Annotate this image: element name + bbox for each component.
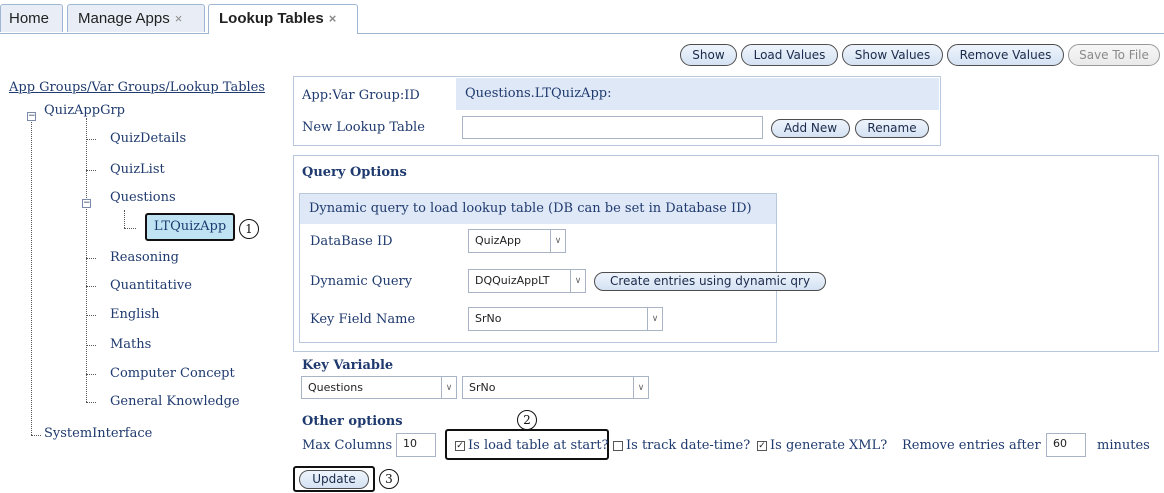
key-variable-title: Key Variable [302, 358, 394, 373]
add-new-button[interactable]: Add New [771, 119, 850, 138]
tree-line [86, 258, 96, 259]
tree-line [86, 315, 96, 316]
tree-line [124, 210, 125, 228]
tree-line [86, 118, 87, 402]
callout-marker: 3 [379, 469, 399, 489]
generate-xml-label: Is generate XML? [770, 438, 888, 453]
tab-home[interactable]: Home [0, 4, 63, 32]
key-field-name-label: Key Field Name [310, 312, 416, 327]
checkbox-unchecked-icon[interactable] [613, 440, 623, 451]
other-options-title: Other options [302, 414, 403, 429]
close-icon[interactable]: × [329, 11, 337, 26]
tree-node-questions[interactable]: Questions [110, 190, 176, 205]
show-button[interactable]: Show [680, 44, 737, 66]
callout-marker: 2 [517, 410, 537, 430]
query-options-title: Query Options [302, 165, 407, 180]
save-to-file-button: Save To File [1068, 44, 1160, 66]
tree-line [124, 228, 136, 229]
tree-node-ltquizapp[interactable]: LTQuizApp [145, 213, 235, 241]
tab-manage-apps[interactable]: Manage Apps × [67, 4, 205, 32]
tree-header-link[interactable]: App Groups/Var Groups/Lookup Tables [9, 80, 265, 95]
tree-node-reasoning[interactable]: Reasoning [110, 250, 179, 265]
tree-line [86, 402, 96, 403]
tree-node-english[interactable]: English [110, 307, 160, 322]
tree-node-systeminterface[interactable]: SystemInterface [44, 426, 152, 441]
track-datetime-label: Is track date-time? [626, 438, 751, 453]
tree-line [86, 139, 96, 140]
tree-node-quantitative[interactable]: Quantitative [110, 278, 192, 293]
tree-line [31, 435, 41, 436]
dynamic-query-value: DQQuizAppLT [475, 274, 550, 287]
collapse-icon[interactable]: − [27, 112, 36, 121]
tree-node-quizdetails[interactable]: QuizDetails [110, 131, 186, 146]
checkbox-checked-icon[interactable]: ✓ [757, 440, 767, 451]
remove-entries-label: Remove entries after [902, 438, 1041, 453]
tab-manage-apps-label: Manage Apps [78, 10, 170, 27]
update-button[interactable]: Update [299, 470, 369, 489]
tree-node-computer-concept[interactable]: Computer Concept [110, 366, 235, 381]
tree-line [86, 170, 96, 171]
group-id-value: Questions.LTQuizApp: [456, 78, 939, 110]
tree-line [86, 345, 96, 346]
checkbox-checked-icon[interactable]: ✓ [455, 440, 465, 451]
collapse-icon[interactable]: − [82, 199, 91, 208]
close-icon[interactable]: × [175, 11, 183, 26]
key-variable-value: Questions [308, 381, 363, 394]
tab-bar: Home Manage Apps × Lookup Tables × [0, 0, 1164, 34]
key-field-name-value: SrNo [475, 312, 502, 325]
chevron-down-icon: ∨ [550, 230, 565, 252]
group-id-label: App:Var Group:ID [302, 88, 420, 103]
max-columns-label: Max Columns [302, 438, 393, 453]
tab-home-label: Home [9, 10, 50, 27]
chevron-down-icon: ∨ [441, 377, 456, 398]
tree-node-general-knowledge[interactable]: General Knowledge [110, 394, 240, 409]
callout-marker: 1 [239, 219, 259, 239]
create-entries-button[interactable]: Create entries using dynamic qry [594, 272, 826, 291]
database-id-label: DataBase ID [310, 234, 393, 249]
load-values-button[interactable]: Load Values [741, 44, 838, 66]
dynamic-query-subtitle: Dynamic query to load lookup table (DB c… [300, 194, 776, 224]
new-lookup-table-input[interactable] [462, 116, 763, 139]
new-lookup-table-label: New Lookup Table [302, 120, 425, 135]
show-values-button[interactable]: Show Values [842, 44, 943, 66]
tree-line [31, 120, 32, 435]
load-at-start-label: Is load table at start? [468, 438, 609, 453]
tree-line [86, 286, 96, 287]
chevron-down-icon: ∨ [570, 270, 585, 292]
tab-lookup-tables-label: Lookup Tables [219, 10, 324, 27]
dynamic-query-label: Dynamic Query [310, 274, 413, 289]
rename-button[interactable]: Rename [855, 119, 929, 138]
database-id-value: QuizApp [475, 234, 521, 247]
tab-lookup-tables[interactable]: Lookup Tables × [208, 4, 358, 34]
tree-node-quizlist[interactable]: QuizList [110, 162, 165, 177]
database-id-select[interactable]: QuizApp ∨ [468, 229, 566, 253]
minutes-label: minutes [1097, 438, 1150, 453]
load-at-start-option[interactable]: ✓ Is load table at start? [455, 438, 609, 453]
tree-node-quizappgrp[interactable]: QuizAppGrp [44, 103, 125, 118]
tree-node-maths[interactable]: Maths [110, 337, 151, 352]
key-field-value: SrNo [469, 381, 496, 394]
chevron-down-icon: ∨ [633, 377, 648, 398]
max-columns-input[interactable]: 10 [396, 433, 436, 457]
tree-line [86, 374, 96, 375]
remove-values-button[interactable]: Remove Values [947, 44, 1064, 66]
key-field-name-select[interactable]: SrNo ∨ [468, 307, 663, 331]
chevron-down-icon: ∨ [647, 308, 662, 330]
generate-xml-option[interactable]: ✓ Is generate XML? [757, 438, 887, 453]
key-variable-select[interactable]: Questions ∨ [301, 376, 457, 399]
dynamic-query-select[interactable]: DQQuizAppLT ∨ [468, 269, 586, 293]
remove-entries-input[interactable]: 60 [1046, 433, 1086, 457]
track-datetime-option[interactable]: Is track date-time? [613, 438, 750, 453]
key-field-select[interactable]: SrNo ∨ [462, 376, 649, 399]
